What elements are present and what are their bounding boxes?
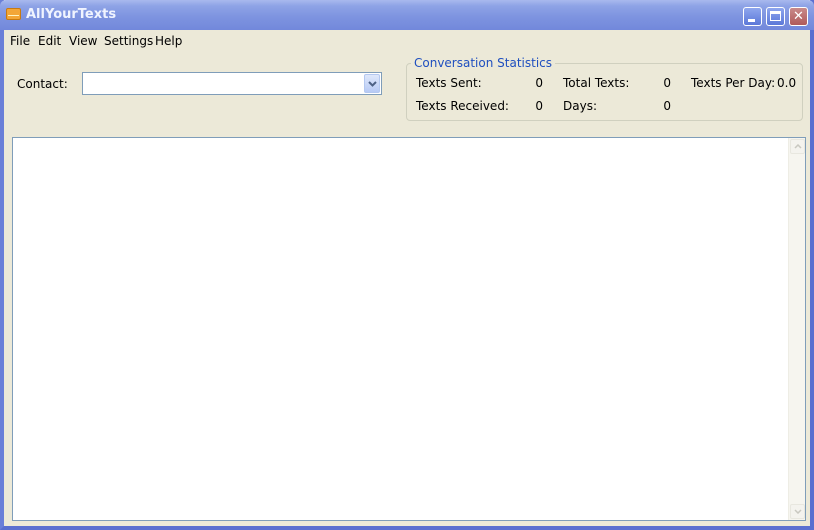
menu-file[interactable]: File <box>10 34 30 48</box>
menu-edit[interactable]: Edit <box>38 34 61 48</box>
envelope-icon <box>6 8 21 20</box>
dropdown-button[interactable] <box>364 74 380 93</box>
menu-view[interactable]: View <box>69 34 97 48</box>
days-value: 0 <box>663 99 671 113</box>
contact-dropdown[interactable] <box>82 72 382 95</box>
minimize-button[interactable] <box>743 7 762 26</box>
texts-per-day-value: 0.0 <box>777 76 797 90</box>
title-bar[interactable]: AllYourTexts ✕ <box>0 0 814 30</box>
chevron-down-icon <box>368 81 377 87</box>
texts-received-label: Texts Received: <box>416 99 509 113</box>
window-title: AllYourTexts <box>26 7 117 22</box>
menu-help[interactable]: Help <box>155 34 182 48</box>
app-window: AllYourTexts ✕ File Edit View Settings H… <box>0 0 814 530</box>
scroll-up-button[interactable] <box>790 139 805 154</box>
minimize-icon <box>748 19 755 22</box>
contact-label: Contact: <box>17 77 68 91</box>
scroll-down-button[interactable] <box>790 504 805 519</box>
texts-sent-value: 0 <box>535 76 543 90</box>
days-label: Days: <box>563 99 597 113</box>
maximize-icon <box>770 11 781 21</box>
conversation-view[interactable] <box>12 137 806 521</box>
total-texts-label: Total Texts: <box>563 76 630 90</box>
maximize-button[interactable] <box>766 7 785 26</box>
menu-settings[interactable]: Settings <box>104 34 153 48</box>
chevron-down-icon <box>794 509 802 514</box>
close-icon: ✕ <box>793 9 804 24</box>
vertical-scrollbar[interactable] <box>788 138 805 520</box>
statistics-title: Conversation Statistics <box>411 56 556 70</box>
chevron-up-icon <box>794 144 802 149</box>
texts-sent-label: Texts Sent: <box>416 76 482 90</box>
texts-per-day-label: Texts Per Day: <box>691 76 776 90</box>
total-texts-value: 0 <box>663 76 671 90</box>
menu-bar: File Edit View Settings Help <box>4 30 810 52</box>
texts-received-value: 0 <box>535 99 543 113</box>
close-button[interactable]: ✕ <box>789 7 808 26</box>
